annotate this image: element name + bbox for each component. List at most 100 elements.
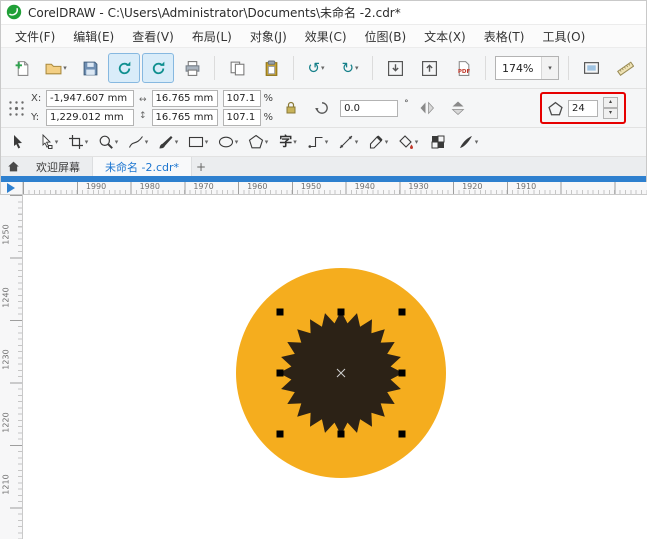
menu-edit[interactable]: 编辑(E) — [64, 26, 123, 47]
anchor-point-widget[interactable] — [7, 99, 26, 118]
mirror-horizontal-button[interactable] — [414, 95, 440, 121]
tab-untitled-document[interactable]: 未命名 -2.cdr* — [93, 157, 193, 176]
copy-button-icon — [230, 61, 244, 75]
fullscreen-button[interactable] — [575, 53, 607, 83]
title-bar: CorelDRAW - C:\Users\Administrator\Docum… — [0, 0, 647, 25]
y-label: Y: — [31, 112, 40, 123]
scale-vertical-input[interactable] — [222, 109, 261, 126]
menu-bitmaps[interactable]: 位图(B) — [356, 26, 416, 47]
menu-layout[interactable]: 布局(L) — [183, 26, 241, 47]
export-button[interactable] — [413, 53, 445, 83]
new-document-button-icon — [15, 60, 28, 76]
ellipse-tool[interactable]: ▾ — [215, 130, 241, 154]
ruler-number: 1990 — [85, 182, 107, 191]
zoom-tool[interactable]: ▾ — [95, 130, 121, 154]
redo-button[interactable]: ↻ ▾ — [334, 53, 366, 83]
menu-view[interactable]: 查看(V) — [123, 26, 183, 47]
new-tab-button[interactable]: + — [192, 157, 210, 176]
open-button-icon — [45, 63, 62, 74]
selection-handle[interactable] — [398, 430, 406, 438]
save-button-icon — [83, 61, 97, 75]
object-height-icon: ↕ — [139, 111, 147, 121]
vertical-ruler[interactable]: 1250 1240 1230 1220 1210 — [0, 195, 23, 539]
points-decrease-button[interactable]: ▾ — [603, 108, 618, 119]
connector-tool-icon — [308, 136, 323, 148]
show-rulers-button[interactable] — [609, 53, 641, 83]
outline-pen-tool[interactable]: ▾ — [455, 130, 481, 154]
menu-text[interactable]: 文本(X) — [415, 26, 475, 47]
selection-handle[interactable] — [276, 308, 284, 316]
dropdown-caret-icon: ▾ — [264, 138, 269, 146]
ruler-number: 1950 — [300, 182, 322, 191]
dropdown-caret-icon: ▾ — [474, 138, 479, 146]
selection-handle[interactable] — [337, 430, 345, 438]
text-tool[interactable]: 字 ▾ — [275, 130, 301, 154]
horizontal-ruler[interactable]: 1990 1980 1970 1960 1950 1940 1930 1920 1910 — [23, 182, 647, 195]
zoom-level-combo[interactable]: 174% ▾ — [495, 56, 559, 80]
selection-handle[interactable] — [337, 308, 345, 316]
paste-button[interactable] — [255, 53, 287, 83]
svg-text:PDF: PDF — [457, 68, 470, 74]
document-tab-bar: 欢迎屏幕 未命名 -2.cdr* + — [0, 157, 647, 176]
shape-tool[interactable]: ▾ — [35, 130, 61, 154]
menu-table[interactable]: 表格(T) — [475, 26, 534, 47]
pattern-fill-tool[interactable] — [425, 130, 451, 154]
sync-download-button[interactable] — [108, 53, 140, 83]
interactive-fill-tool[interactable]: ▾ — [395, 130, 421, 154]
artistic-media-tool-icon — [159, 136, 173, 149]
eyedropper-tool[interactable]: ▾ — [365, 130, 391, 154]
selection-handle[interactable] — [398, 369, 406, 377]
lock-icon — [286, 101, 296, 114]
canvas-area[interactable] — [23, 195, 647, 539]
print-button[interactable] — [176, 53, 208, 83]
scale-horizontal-input[interactable] — [222, 90, 261, 107]
menu-file[interactable]: 文件(F) — [6, 26, 64, 47]
crop-tool-icon — [68, 135, 83, 149]
object-width-input[interactable] — [151, 90, 218, 107]
drawing-canvas-svg[interactable] — [23, 195, 647, 539]
freehand-tool[interactable]: ▾ — [125, 130, 151, 154]
polygon-tool[interactable]: ▾ — [245, 130, 271, 154]
selection-handle[interactable] — [276, 430, 284, 438]
points-increase-button[interactable]: ▴ — [603, 97, 618, 108]
y-position-input[interactable] — [46, 109, 134, 126]
object-height-input[interactable] — [151, 109, 218, 126]
zoom-tool-icon — [99, 135, 113, 149]
welcome-home-button[interactable] — [2, 157, 24, 176]
connector-tool[interactable]: ▾ — [305, 130, 331, 154]
toolbox: ▾ ▾ ▾ ▾ ▾ ▾ ▾ ▾ 字 ▾ ▾ ▾ ▾ ▾ ▾ — [0, 128, 647, 157]
menu-tools[interactable]: 工具(O) — [533, 26, 594, 47]
crop-tool[interactable]: ▾ — [65, 130, 91, 154]
coreldraw-logo-icon — [6, 4, 22, 20]
new-document-button[interactable] — [6, 53, 38, 83]
dimension-tool[interactable]: ▾ — [335, 130, 361, 154]
selection-handle[interactable] — [276, 369, 284, 377]
mirror-vertical-button[interactable] — [445, 95, 471, 121]
open-button[interactable]: ▾ — [40, 53, 72, 83]
print-button-icon — [185, 60, 199, 76]
import-button[interactable] — [379, 53, 411, 83]
chevron-down-icon[interactable]: ▾ — [541, 57, 558, 79]
rectangle-tool[interactable]: ▾ — [185, 130, 211, 154]
menu-object[interactable]: 对象(J) — [241, 26, 296, 47]
home-icon — [7, 161, 19, 172]
property-bar: X: Y: ↔ ↕ % % — [0, 89, 647, 128]
save-button[interactable] — [74, 53, 106, 83]
pick-tool[interactable] — [5, 130, 31, 154]
dropdown-caret-icon: ▾ — [355, 64, 359, 72]
ruler-corner[interactable] — [0, 182, 23, 195]
sync-upload-button[interactable] — [142, 53, 174, 83]
menu-bar: 文件(F) 编辑(E) 查看(V) 布局(L) 对象(J) 效果(C) 位图(B… — [0, 25, 647, 48]
pdf-button[interactable]: PDF — [447, 53, 479, 83]
selection-handle[interactable] — [398, 308, 406, 316]
x-position-input[interactable] — [46, 90, 134, 107]
lock-ratio-button[interactable] — [278, 95, 304, 121]
menu-effects[interactable]: 效果(C) — [296, 26, 356, 47]
artistic-media-tool[interactable]: ▾ — [155, 130, 181, 154]
polygon-points-input[interactable] — [568, 99, 598, 117]
copy-button[interactable] — [221, 53, 253, 83]
rotation-angle-input[interactable] — [340, 99, 399, 117]
tab-welcome-screen[interactable]: 欢迎屏幕 — [24, 157, 93, 176]
dropdown-caret-icon: ▾ — [321, 64, 325, 72]
undo-button[interactable]: ↺ ▾ — [300, 53, 332, 83]
